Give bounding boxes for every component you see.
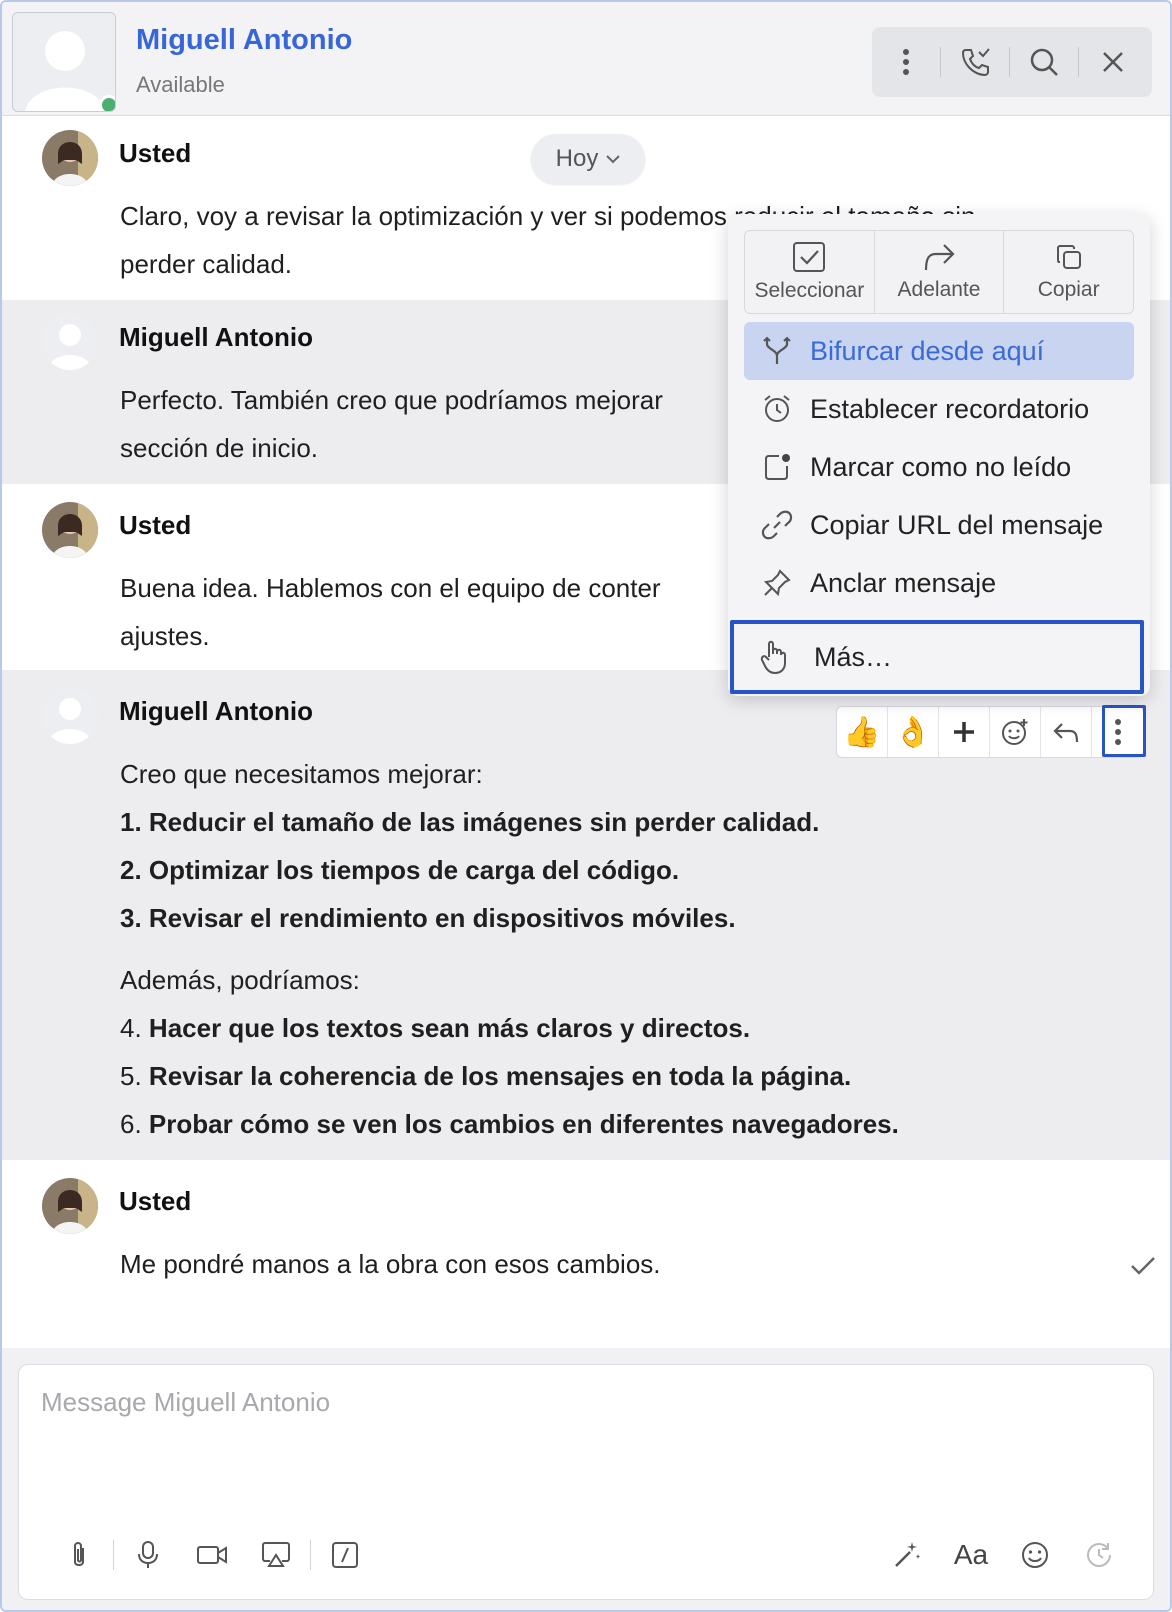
contact-avatar[interactable] (12, 12, 116, 112)
chevron-down-icon (606, 155, 621, 164)
ok-hand-reaction[interactable]: 👌 (888, 707, 939, 757)
forward-action[interactable]: Adelante (875, 231, 1005, 313)
message-context-menu: Seleccionar Adelante Copiar Bifurcar des… (728, 214, 1150, 696)
schedule-send-button[interactable] (1067, 1533, 1131, 1577)
vertical-dots-icon (903, 49, 909, 75)
close-button[interactable] (1079, 27, 1147, 97)
plus-icon (954, 722, 974, 742)
highlight-outline (1102, 705, 1146, 757)
message-row[interactable]: Usted Me pondré manos a la obra con esos… (2, 1160, 1170, 1348)
emoji-add-icon (1002, 719, 1028, 745)
slash-command-icon (332, 1542, 358, 1568)
user-avatar[interactable] (42, 130, 98, 186)
hand-pointer-icon (760, 640, 786, 675)
mark-unread-item[interactable]: Marcar como no leído (744, 438, 1134, 496)
message-text: Perfecto. También creo que podríamos mej… (120, 385, 663, 463)
screen-share-icon (262, 1542, 290, 1567)
video-camera-icon (197, 1546, 227, 1564)
chat-window: Miguell Antonio Available Usted Claro, v… (0, 0, 1172, 1612)
checkbox-icon (793, 242, 826, 272)
message-composer[interactable]: Message Miguell Antonio Aa (18, 1364, 1154, 1600)
add-reaction-button[interactable] (939, 707, 990, 757)
context-quick-actions: Seleccionar Adelante Copiar (744, 230, 1134, 314)
emoji-picker-button[interactable] (990, 707, 1041, 757)
microphone-icon (138, 1541, 158, 1568)
video-button[interactable] (180, 1533, 244, 1577)
reply-icon (1053, 723, 1079, 743)
divider (113, 1540, 114, 1570)
divider (310, 1540, 311, 1570)
forward-icon (924, 244, 955, 271)
presence-indicator (99, 95, 115, 111)
unread-icon (765, 454, 790, 480)
phone-icon (961, 48, 990, 77)
user-avatar[interactable] (42, 1178, 98, 1234)
schedule-icon (1086, 1542, 1111, 1568)
call-button[interactable] (941, 27, 1009, 97)
user-avatar[interactable] (42, 502, 98, 558)
composer-right-tools: Aa (875, 1533, 1131, 1577)
user-avatar[interactable] (42, 688, 98, 744)
read-check-icon (1131, 1257, 1155, 1275)
message-input[interactable]: Message Miguell Antonio (41, 1387, 330, 1418)
screen-share-button[interactable] (244, 1533, 308, 1577)
search-button[interactable] (1010, 27, 1078, 97)
user-avatar[interactable] (42, 314, 98, 370)
copy-action[interactable]: Copiar (1004, 231, 1133, 313)
message-author: Usted (119, 1186, 192, 1216)
select-action[interactable]: Seleccionar (745, 231, 875, 313)
contact-name[interactable]: Miguell Antonio (136, 24, 352, 57)
format-button[interactable]: Aa (939, 1533, 1003, 1577)
message-author: Usted (119, 138, 192, 168)
default-user-icon (48, 698, 92, 744)
message-text: Creo que necesitamos mejorar: 1. Reducir… (120, 759, 899, 1139)
fork-from-here-item[interactable]: Bifurcar desde aquí (744, 322, 1134, 380)
voice-button[interactable] (116, 1533, 180, 1577)
close-icon (1103, 52, 1123, 72)
copy-icon (1056, 245, 1081, 269)
copy-message-url-item[interactable]: Copiar URL del mensaje (744, 496, 1134, 554)
message-author: Miguell Antonio (119, 696, 313, 726)
alarm-icon (764, 395, 790, 422)
attach-button[interactable] (47, 1533, 111, 1577)
date-separator[interactable]: Hoy (531, 134, 645, 184)
more-options-button[interactable] (872, 27, 940, 97)
more-item[interactable]: Más… (730, 620, 1144, 694)
message-text: Me pondré manos a la obra con esos cambi… (120, 1249, 661, 1279)
message-text: Buena idea. Hablemos con el equipo de co… (120, 573, 661, 651)
link-icon (761, 510, 793, 540)
emoji-button[interactable] (1003, 1533, 1067, 1577)
emoji-icon (1022, 1542, 1048, 1568)
magic-wand-icon (895, 1542, 921, 1567)
composer-area: Message Miguell Antonio Aa (2, 1348, 1170, 1610)
default-user-icon (25, 31, 105, 111)
set-reminder-item[interactable]: Establecer recordatorio (744, 380, 1134, 438)
message-author: Usted (119, 510, 192, 540)
paperclip-icon (74, 1542, 84, 1566)
slash-command-button[interactable] (313, 1533, 377, 1577)
message-reaction-bar: 👍 👌 (836, 706, 1144, 758)
thumbs-up-reaction[interactable]: 👍 (837, 707, 888, 757)
header-actions (872, 27, 1152, 97)
fork-icon (763, 336, 791, 364)
search-icon (1030, 48, 1058, 76)
default-user-icon (48, 324, 92, 370)
reply-button[interactable] (1041, 707, 1092, 757)
chat-header: Miguell Antonio Available (2, 2, 1170, 116)
composer-toolbar (47, 1533, 377, 1577)
contact-status: Available (136, 72, 225, 97)
message-author: Miguell Antonio (119, 322, 313, 352)
ai-assist-button[interactable] (875, 1533, 939, 1577)
pin-icon (763, 569, 791, 597)
pin-message-item[interactable]: Anclar mensaje (744, 554, 1134, 612)
